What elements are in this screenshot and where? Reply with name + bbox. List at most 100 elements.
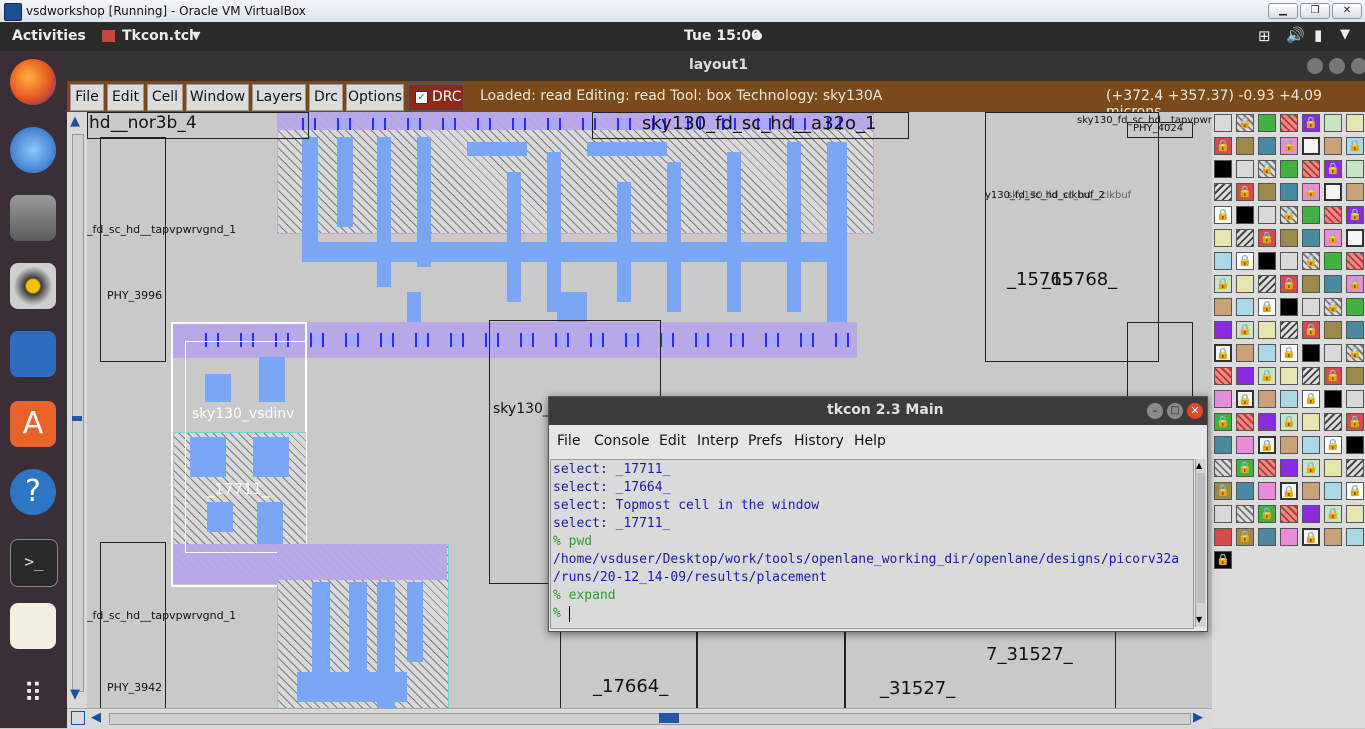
- menu-window[interactable]: Window: [186, 84, 249, 111]
- layer-swatch[interactable]: [1236, 160, 1254, 178]
- layer-swatch[interactable]: [1346, 528, 1364, 546]
- scroll-up-icon[interactable]: ▲: [70, 114, 80, 129]
- layer-swatch[interactable]: [1258, 459, 1276, 477]
- layer-lock-icon[interactable]: 🔒: [1236, 183, 1254, 201]
- layer-lock-icon[interactable]: 🔒: [1258, 298, 1276, 316]
- scroll-down-icon[interactable]: ▼: [1196, 615, 1202, 624]
- layer-swatch[interactable]: [1236, 275, 1254, 293]
- layer-swatch[interactable]: [1280, 160, 1298, 178]
- menu-layers[interactable]: Layers: [252, 84, 306, 111]
- layer-swatch[interactable]: [1258, 252, 1276, 270]
- layer-swatch[interactable]: [1346, 114, 1364, 132]
- layer-swatch[interactable]: [1280, 367, 1298, 385]
- activities-button[interactable]: Activities: [12, 28, 86, 44]
- horizontal-scroll-thumb[interactable]: [659, 713, 679, 723]
- layer-lock-icon[interactable]: 🔒: [1302, 252, 1320, 270]
- tkcon-minimize-icon[interactable]: –: [1147, 403, 1163, 419]
- layer-lock-icon[interactable]: 🔒: [1280, 344, 1298, 362]
- app-menu[interactable]: Tkcon.tcl: [122, 28, 194, 44]
- layer-swatch[interactable]: [1214, 459, 1232, 477]
- layer-swatch[interactable]: [1302, 160, 1320, 178]
- layer-lock-icon[interactable]: 🔒: [1346, 413, 1364, 431]
- files-icon[interactable]: [10, 195, 56, 241]
- layer-swatch[interactable]: [1280, 114, 1298, 132]
- layer-swatch[interactable]: [1324, 413, 1342, 431]
- horizontal-scrollbar[interactable]: ◀ ▶: [67, 708, 1212, 729]
- layer-lock-icon[interactable]: 🔒: [1324, 160, 1342, 178]
- layer-lock-icon[interactable]: 🔒: [1214, 344, 1232, 362]
- magic-minimize-icon[interactable]: [1307, 58, 1323, 74]
- layer-swatch[interactable]: [1258, 390, 1276, 408]
- tk-menu-history[interactable]: History: [794, 433, 844, 449]
- layer-swatch[interactable]: [1236, 206, 1254, 224]
- layer-lock-icon[interactable]: 🔒: [1236, 528, 1254, 546]
- menu-drc[interactable]: Drc: [309, 84, 343, 111]
- layer-swatch[interactable]: [1346, 459, 1364, 477]
- layer-swatch[interactable]: [1280, 252, 1298, 270]
- menu-file[interactable]: File: [70, 84, 104, 111]
- layer-lock-icon[interactable]: 🔒: [1258, 229, 1276, 247]
- layer-swatch[interactable]: [1214, 183, 1232, 201]
- layer-swatch[interactable]: [1214, 505, 1232, 523]
- show-apps-icon[interactable]: ⠿: [10, 671, 56, 717]
- clock[interactable]: Tue 15:00: [684, 28, 761, 44]
- layer-swatch[interactable]: [1324, 275, 1342, 293]
- layer-swatch[interactable]: [1324, 114, 1342, 132]
- drc-toggle[interactable]: ✓ DRC: [408, 84, 464, 111]
- tkcon-close-icon[interactable]: ✕: [1187, 403, 1203, 419]
- layer-swatch[interactable]: [1258, 183, 1276, 201]
- layer-lock-icon[interactable]: 🔒: [1324, 229, 1342, 247]
- layer-swatch[interactable]: [1214, 252, 1232, 270]
- layer-swatch[interactable]: [1302, 413, 1320, 431]
- scroll-right-icon[interactable]: ▶: [1193, 710, 1203, 725]
- scroll-up-icon[interactable]: ▲: [1196, 461, 1202, 470]
- layer-lock-icon[interactable]: 🔒: [1280, 413, 1298, 431]
- layer-swatch[interactable]: [1346, 321, 1364, 339]
- layer-swatch[interactable]: [1346, 436, 1364, 454]
- layer-swatch[interactable]: [1302, 229, 1320, 247]
- layer-lock-icon[interactable]: 🔒: [1258, 160, 1276, 178]
- layer-lock-icon[interactable]: 🔒: [1236, 114, 1254, 132]
- layer-swatch[interactable]: [1280, 321, 1298, 339]
- layer-lock-icon[interactable]: 🔒: [1258, 367, 1276, 385]
- layer-swatch[interactable]: [1324, 390, 1342, 408]
- menu-cell[interactable]: Cell: [147, 84, 183, 111]
- layer-swatch[interactable]: [1258, 137, 1276, 155]
- layer-lock-icon[interactable]: 🔒: [1302, 321, 1320, 339]
- layer-swatch[interactable]: [1214, 298, 1232, 316]
- layer-swatch[interactable]: [1236, 436, 1254, 454]
- firefox-icon[interactable]: [10, 59, 56, 105]
- layer-lock-icon[interactable]: 🔒: [1214, 551, 1232, 569]
- scroll-left-icon[interactable]: ◀: [91, 710, 101, 725]
- tk-menu-interp[interactable]: Interp: [697, 433, 739, 449]
- layer-swatch[interactable]: [1258, 114, 1276, 132]
- layer-lock-icon[interactable]: 🔒: [1302, 183, 1320, 201]
- thunderbird-icon[interactable]: [10, 127, 56, 173]
- system-menu-icon[interactable]: ▼: [1340, 27, 1350, 42]
- layer-swatch[interactable]: [1302, 298, 1320, 316]
- layer-swatch[interactable]: [1236, 298, 1254, 316]
- layer-lock-icon[interactable]: 🔒: [1346, 206, 1364, 224]
- layer-swatch[interactable]: [1236, 413, 1254, 431]
- layer-swatch[interactable]: [1258, 275, 1276, 293]
- magic-maximize-icon[interactable]: [1329, 58, 1345, 74]
- layer-swatch[interactable]: [1280, 459, 1298, 477]
- layer-swatch[interactable]: [1280, 229, 1298, 247]
- rhythmbox-icon[interactable]: [10, 263, 56, 309]
- layer-lock-icon[interactable]: 🔒: [1324, 298, 1342, 316]
- layer-swatch[interactable]: [1302, 367, 1320, 385]
- layer-swatch[interactable]: [1214, 229, 1232, 247]
- libreoffice-writer-icon[interactable]: [10, 331, 56, 377]
- layer-lock-icon[interactable]: 🔒: [1302, 114, 1320, 132]
- layer-lock-icon[interactable]: 🔒: [1280, 206, 1298, 224]
- tkcon-maximize-icon[interactable]: □: [1167, 403, 1183, 419]
- tk-menu-edit[interactable]: Edit: [659, 433, 686, 449]
- layer-swatch[interactable]: [1214, 160, 1232, 178]
- layer-swatch[interactable]: [1346, 390, 1364, 408]
- layer-swatch[interactable]: [1302, 436, 1320, 454]
- layer-swatch[interactable]: [1302, 505, 1320, 523]
- layer-lock-icon[interactable]: 🔒: [1302, 459, 1320, 477]
- layer-swatch[interactable]: [1302, 206, 1320, 224]
- layer-swatch[interactable]: [1258, 528, 1276, 546]
- tk-menu-console[interactable]: Console: [594, 433, 650, 449]
